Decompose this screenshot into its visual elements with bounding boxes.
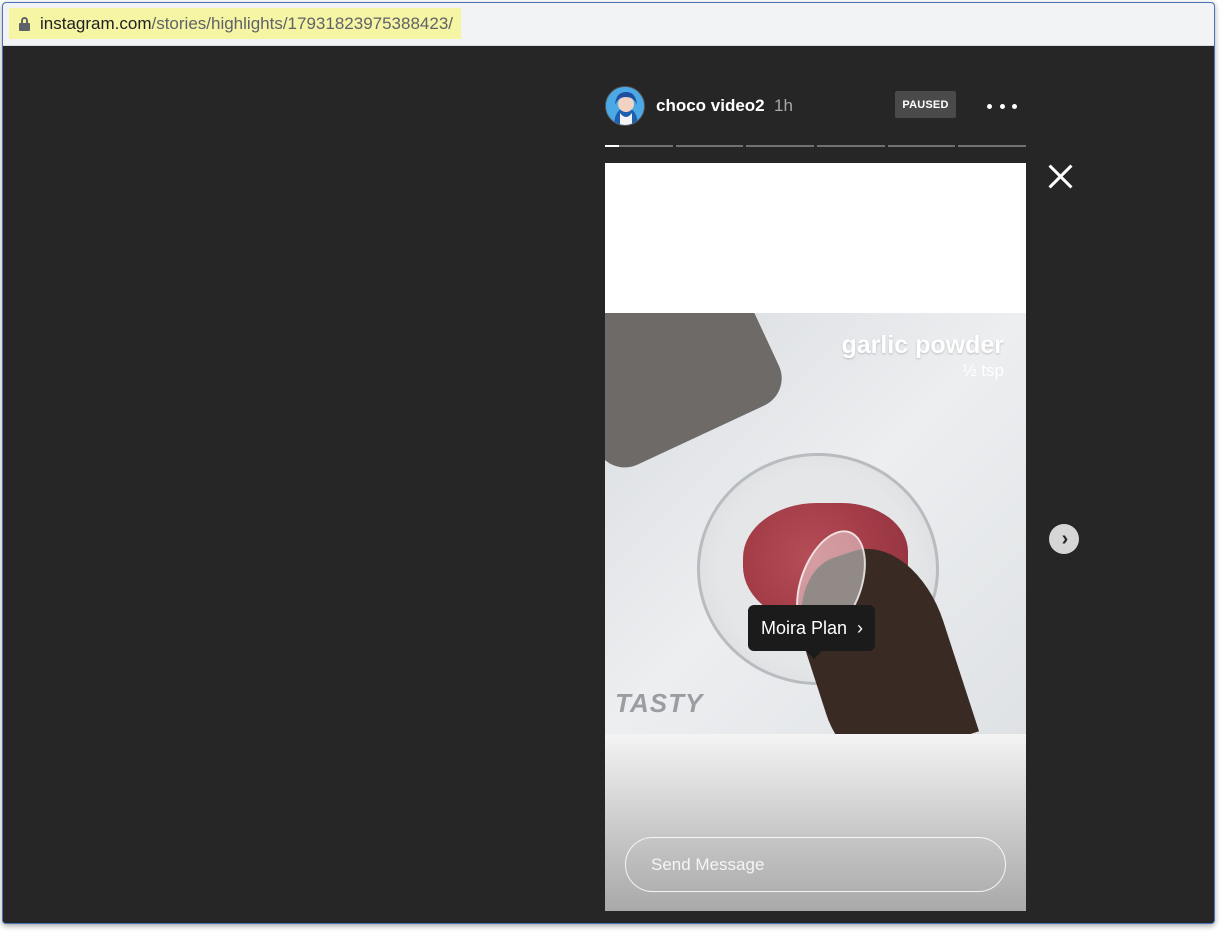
more-options-icon[interactable] [987,94,1017,118]
story-time: 1h [774,96,793,115]
url-text[interactable]: instagram.com/stories/highlights/1793182… [40,14,453,34]
story-video[interactable]: garlic powder ½ tsp TASTY Moira Plan › [605,313,1026,734]
address-bar[interactable]: instagram.com/stories/highlights/1793182… [3,3,1214,46]
lock-icon [19,16,30,31]
next-story-button[interactable]: › [1049,524,1079,554]
progress-segment [817,145,885,147]
watermark-logo: TASTY [615,688,704,718]
story-viewer: choco video2 1h PAUSED garlic powder ½ t… [3,46,1214,923]
close-icon[interactable] [1047,163,1075,191]
progress-segment [605,145,673,147]
caption-title: garlic powder [841,331,1004,359]
progress-segment [887,145,956,147]
browser-window: instagram.com/stories/highlights/1793182… [2,2,1215,924]
story-progress-bar [605,145,1027,147]
product-tag-label: Moira Plan [761,617,848,638]
caption-amount: ½ tsp [962,361,1004,380]
paused-badge: PAUSED [895,91,956,118]
progress-segment [675,145,744,147]
progress-segment [746,145,815,147]
url-path: /stories/highlights/17931823975388423/ [151,13,454,33]
url-domain: instagram.com [40,13,152,33]
chevron-right-icon: › [1061,528,1069,550]
story-username[interactable]: choco video2 [656,96,765,116]
send-message-input[interactable] [625,837,1006,892]
chevron-right-icon: › [857,617,864,638]
cloth-image [605,313,792,478]
story-frame[interactable]: garlic powder ½ tsp TASTY Moira Plan › [605,163,1026,911]
progress-fill [605,145,619,147]
avatar[interactable] [605,86,645,126]
story-header: choco video2 1h PAUSED [605,86,1026,128]
product-tag[interactable]: Moira Plan › [748,605,876,659]
progress-segment [958,145,1027,147]
url-field[interactable]: instagram.com/stories/highlights/1793182… [9,8,462,39]
